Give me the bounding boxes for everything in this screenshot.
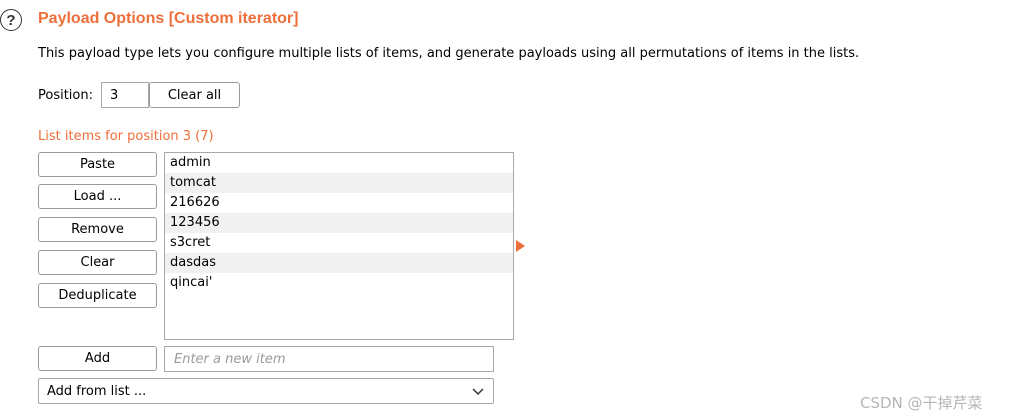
list-item[interactable]: dasdas [165,253,513,273]
payload-options-panel: ? Payload Options [Custom iterator] This… [0,0,1011,420]
watermark: CSDN @干掉芹菜 [860,394,983,412]
list-item[interactable]: admin [165,153,513,173]
question-circle-icon[interactable]: ? [0,9,22,31]
list-item[interactable]: s3cret [165,233,513,253]
deduplicate-button[interactable]: Deduplicate [38,283,157,308]
list-item[interactable]: tomcat [165,173,513,193]
load-button[interactable]: Load ... [38,184,157,209]
section-title: Payload Options [Custom iterator] [38,10,299,27]
add-from-list-selected: Add from list ... [47,383,147,399]
paste-button[interactable]: Paste [38,152,157,177]
chevron-down-icon [472,388,484,396]
remove-button[interactable]: Remove [38,217,157,242]
payload-description: This payload type lets you configure mul… [38,46,860,61]
list-item[interactable]: qincai' [165,273,513,293]
new-item-input[interactable] [164,346,494,372]
position-input[interactable] [101,82,149,108]
list-items-heading: List items for position 3 (7) [38,129,214,144]
add-button[interactable]: Add [38,346,157,371]
clear-button[interactable]: Clear [38,250,157,275]
list-item[interactable]: 216626 [165,193,513,213]
orange-arrow-icon [516,240,525,252]
list-item[interactable]: 123456 [165,213,513,233]
position-label: Position: [38,88,93,103]
clear-all-button[interactable]: Clear all [149,82,240,108]
payload-items-list[interactable]: admin tomcat 216626 123456 s3cret dasdas… [164,152,514,340]
add-from-list-dropdown[interactable]: Add from list ... [38,378,494,404]
